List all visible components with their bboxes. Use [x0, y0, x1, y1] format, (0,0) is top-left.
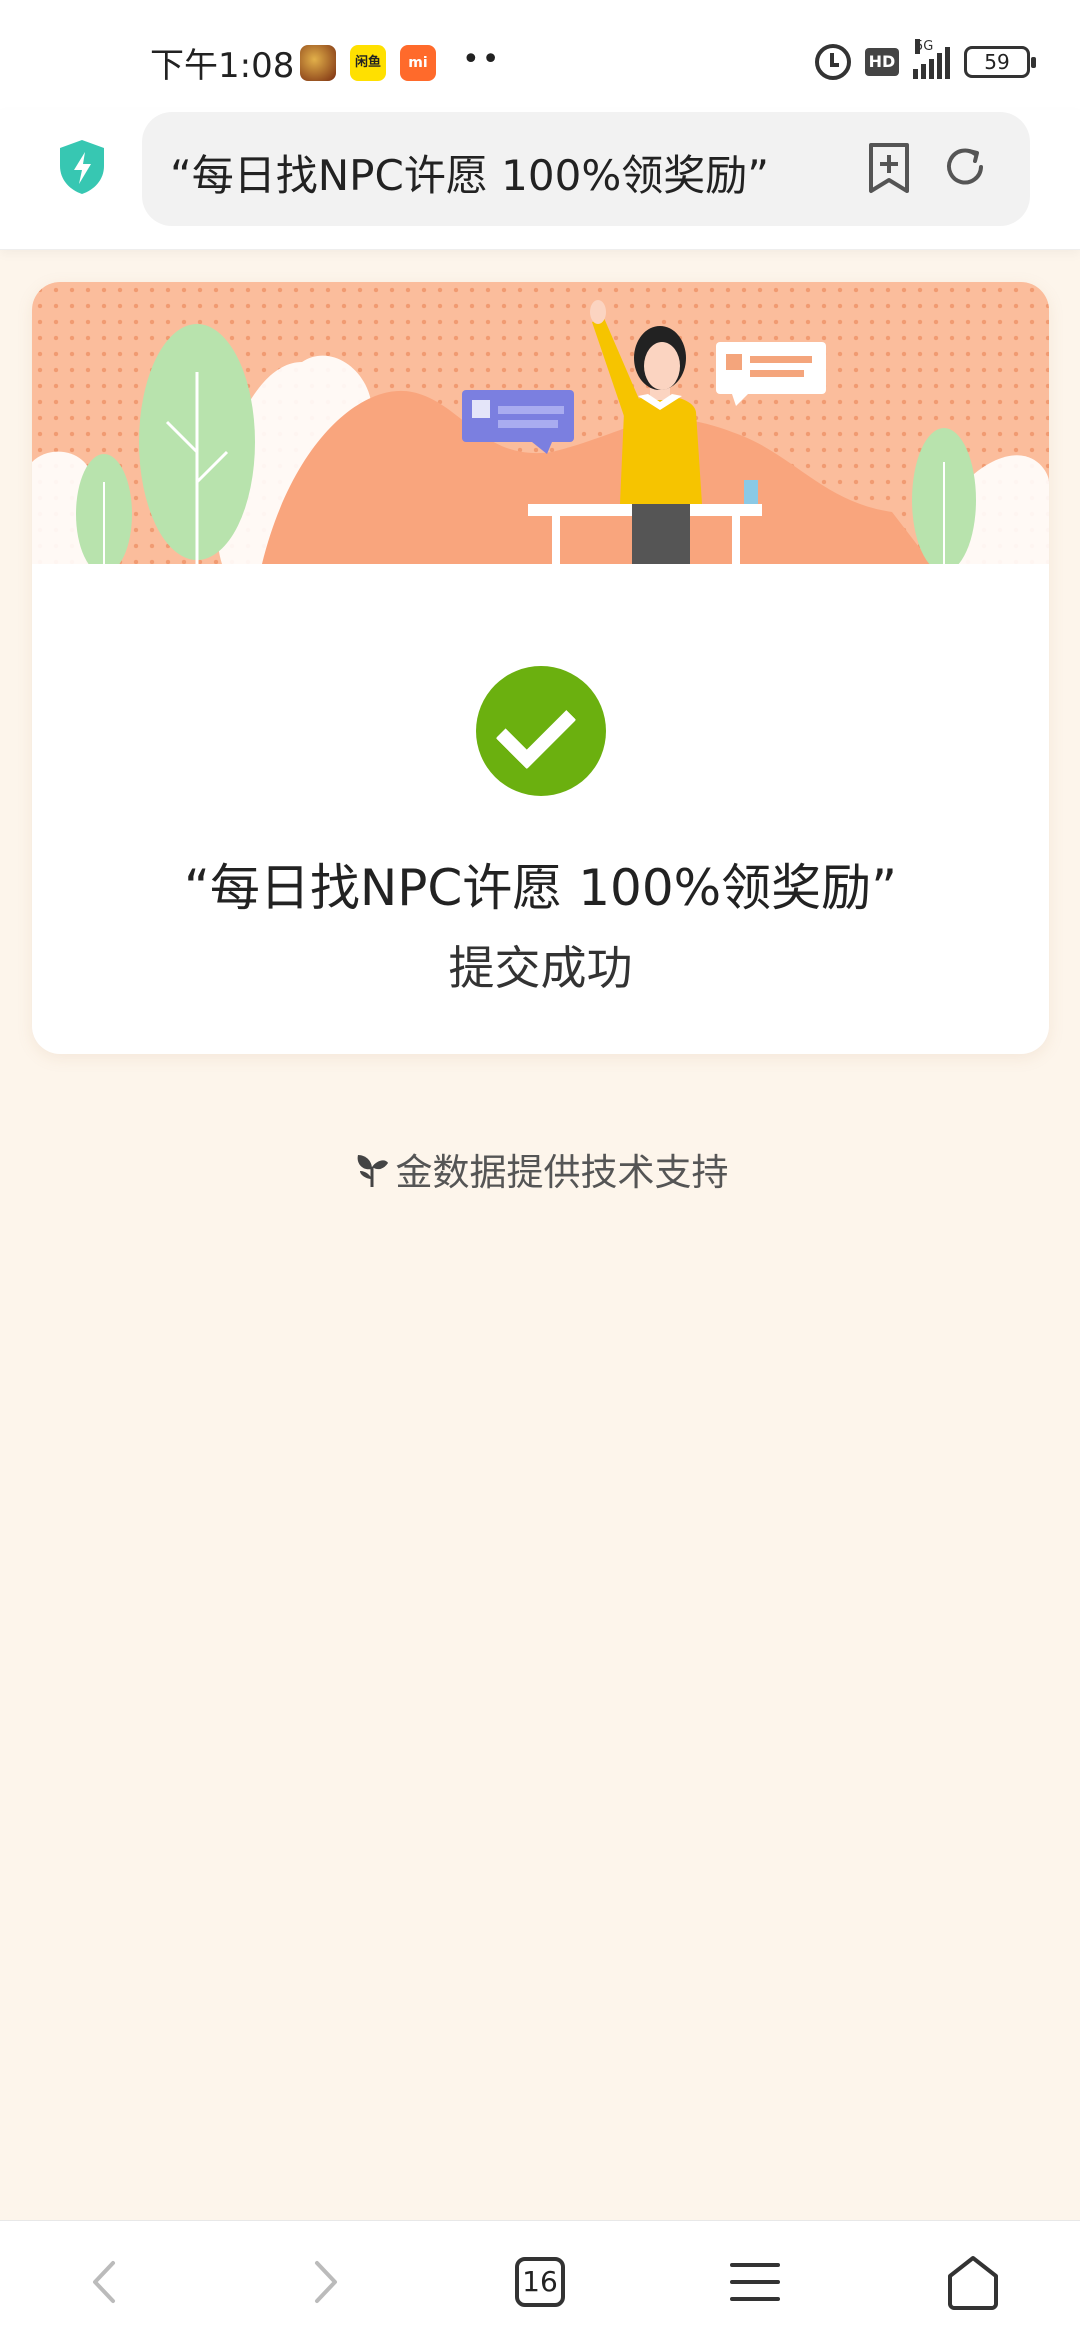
xianyu-app-icon: 闲鱼	[350, 45, 386, 81]
jinshuju-logo-icon	[357, 1155, 388, 1187]
hd-icon: HD	[865, 48, 899, 76]
chevron-right-icon	[315, 2261, 337, 2303]
banner-illustration	[32, 282, 1049, 564]
home-icon	[948, 2256, 998, 2310]
status-bar: 下午1:08 闲鱼 mi •• HD 5G 59	[0, 0, 1080, 110]
more-notifications-icon: ••	[462, 42, 502, 77]
hamburger-menu-icon	[730, 2263, 780, 2301]
form-title: “每日找NPC许愿 100%领奖励”	[183, 859, 898, 917]
address-bar[interactable]: “每日找NPC许愿 100%领奖励”	[142, 112, 1030, 226]
submit-success-text: 提交成功	[448, 941, 633, 995]
network-type: 5G	[915, 39, 934, 54]
powered-by[interactable]: 金数据提供技术支持	[0, 1142, 1080, 1196]
url-text[interactable]: “每日找NPC许愿 100%领奖励”	[170, 142, 830, 203]
powered-by-text: 金数据提供技术支持	[395, 1151, 729, 1194]
back-button[interactable]	[70, 2247, 140, 2317]
home-button[interactable]	[938, 2247, 1008, 2317]
game-app-icon	[300, 45, 336, 81]
forward-button[interactable]	[290, 2247, 360, 2317]
signal-icon: 5G	[913, 39, 950, 79]
refresh-icon[interactable]	[942, 144, 988, 190]
tab-count: 16	[515, 2257, 565, 2307]
menu-button[interactable]	[720, 2247, 790, 2317]
submission-result-card: “每日找NPC许愿 100%领奖励” 提交成功	[32, 282, 1049, 1054]
status-time: 下午1:08	[150, 46, 295, 86]
chevron-left-icon	[93, 2261, 115, 2303]
add-bookmark-icon[interactable]	[866, 142, 912, 194]
success-check-icon	[476, 666, 606, 796]
battery-icon: 59	[964, 46, 1036, 78]
mi-app-icon: mi	[400, 45, 436, 81]
browser-toolbar: “每日找NPC许愿 100%领奖励”	[0, 110, 1080, 250]
tabs-button[interactable]: 16	[505, 2247, 575, 2317]
security-shield-icon[interactable]	[56, 138, 108, 196]
browser-bottom-nav: 16	[0, 2220, 1080, 2340]
alarm-icon	[815, 44, 851, 80]
